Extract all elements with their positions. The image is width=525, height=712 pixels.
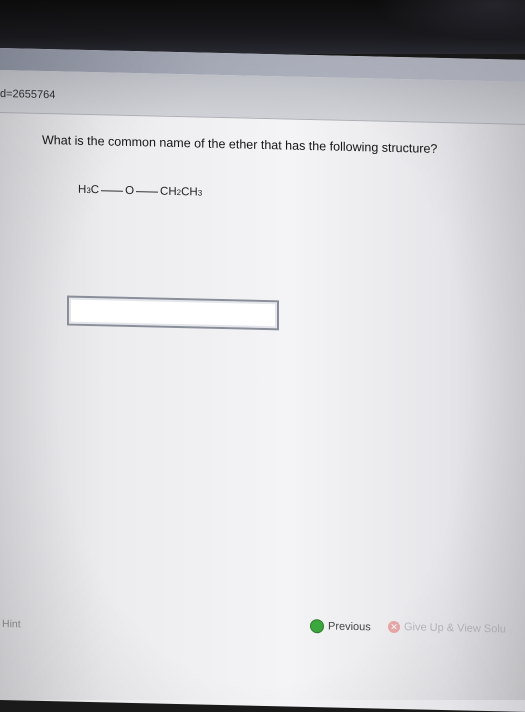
give-up-button[interactable]: ✕ Give Up & View Solu [388,620,506,636]
methyl-c: C [90,184,100,197]
url-text[interactable]: d=2655764 [0,88,55,101]
previous-arrow-icon [310,619,324,634]
hint-link[interactable]: Hint [2,618,21,630]
monitor-bezel [0,0,525,54]
previous-button[interactable]: Previous [310,619,371,634]
question-prompt: What is the common name of the ether tha… [42,132,438,156]
footer-bar: Hint Previous ✕ Give Up & View Solu [0,608,525,650]
ether-structure: H3C O CH 2 CH 3 [78,184,202,199]
single-bond-right [136,190,159,193]
answer-input[interactable] [67,295,279,331]
methyl-h: H [78,183,87,196]
single-bond-left [101,189,124,192]
browser-screen: d=2655764 What is the common name of the… [0,48,525,712]
give-up-x-icon: ✕ [388,620,400,634]
ethyl-ch3: CH [181,186,198,199]
previous-label: Previous [328,620,371,634]
oxygen-atom: O [125,184,135,198]
ethyl-ch3-subscript: 3 [197,187,203,198]
bezel-glare [375,0,525,40]
question-panel: What is the common name of the ether tha… [0,112,525,712]
ethyl-ch2: CH [160,185,177,199]
give-up-label: Give Up & View Solu [404,621,506,636]
